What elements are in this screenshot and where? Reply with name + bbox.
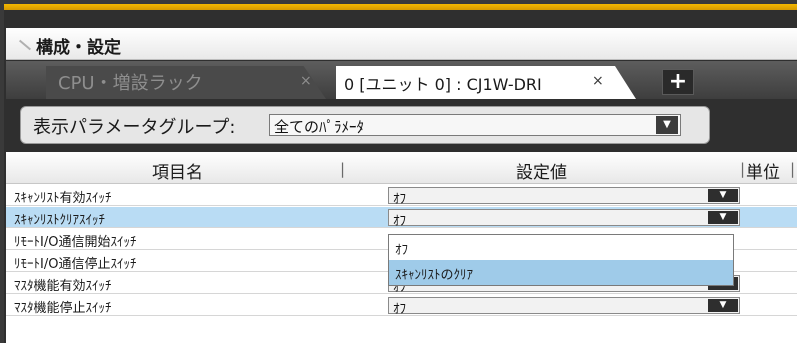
chevron-down-icon[interactable]: ▼ (708, 189, 738, 202)
value-select[interactable]: ｵﾌ ▼ (388, 297, 740, 317)
grip-icon (18, 38, 32, 52)
option-label: ｵﾌ (395, 243, 408, 258)
chevron-down-icon[interactable]: ▼ (708, 299, 738, 312)
column-header-unit[interactable]: 単位 (746, 158, 780, 183)
dropdown-option-off[interactable]: ｵﾌ (389, 235, 733, 260)
chevron-down-icon[interactable]: ▼ (708, 211, 738, 224)
table-row[interactable]: ﾏｽﾀ機能停止ｽｲｯﾁ ｵﾌ ▼ (6, 295, 797, 317)
row-label: ﾘﾓｰﾄI/O通信開始ｽｲｯﾁ (14, 235, 137, 250)
row-label: ﾏｽﾀ機能有効ｽｲｯﾁ (14, 279, 112, 294)
value-select[interactable]: ｵﾌ ▼ (388, 209, 740, 229)
column-header-setting[interactable]: 設定値 (516, 158, 567, 183)
column-separator[interactable]: | (340, 160, 345, 178)
parameter-group-value: 全てのﾊﾟﾗﾒｰﾀ (274, 118, 365, 136)
option-label: ｽｷｬﾝﾘｽﾄのｸﾘｱ (395, 268, 474, 283)
chevron-down-icon[interactable]: ▼ (656, 116, 678, 134)
row-label: ﾏｽﾀ機能停止ｽｲｯﾁ (14, 301, 112, 316)
tab-label: CPU・増設ラック (58, 73, 203, 94)
value-text: ｵﾌ (393, 302, 406, 317)
value-text: ｵﾌ (393, 192, 406, 207)
column-separator[interactable]: | (740, 160, 745, 178)
column-separator[interactable]: | (790, 160, 795, 178)
pane-title: 構成・設定 (36, 38, 121, 58)
close-icon[interactable]: × (300, 73, 312, 89)
value-dropdown-list: ｵﾌ ｽｷｬﾝﾘｽﾄのｸﾘｱ (388, 234, 734, 286)
table-row-selected[interactable]: ｽｷｬﾝﾘｽﾄｸﾘｱｽｲｯﾁ ｵﾌ ▼ (6, 207, 797, 229)
table-row[interactable]: ｽｷｬﾝﾘｽﾄ有効ｽｲｯﾁ ｵﾌ ▼ (6, 185, 797, 207)
dropdown-option-clear-scan-list[interactable]: ｽｷｬﾝﾘｽﾄのｸﾘｱ (389, 260, 733, 285)
value-text: ｵﾌ (393, 214, 406, 229)
tab-cpu-rack[interactable]: CPU・増設ラック × (46, 66, 326, 99)
add-tab-button[interactable]: + (662, 69, 694, 95)
parameter-group-select[interactable]: 全てのﾊﾟﾗﾒｰﾀ ▼ (269, 114, 681, 136)
parameter-group-panel: 表示パラメータグループ: 全てのﾊﾟﾗﾒｰﾀ ▼ (20, 106, 710, 144)
column-header-item[interactable]: 項目名 (152, 158, 203, 183)
grid-header: 項目名 | 設定値 | 単位 | (6, 152, 797, 184)
close-icon[interactable]: × (592, 73, 604, 89)
row-label: ｽｷｬﾝﾘｽﾄ有効ｽｲｯﾁ (14, 191, 112, 206)
tab-strip: CPU・増設ラック × 0 [ユニット 0] : CJ1W-DRI × + (6, 61, 797, 99)
accent-bar (4, 4, 797, 10)
tab-unit-0[interactable]: 0 [ユニット 0] : CJ1W-DRI × (336, 66, 636, 99)
row-label: ﾘﾓｰﾄI/O通信停止ｽｲｯﾁ (14, 257, 137, 272)
tab-label: 0 [ユニット 0] : CJ1W-DRI (344, 75, 542, 94)
row-label: ｽｷｬﾝﾘｽﾄｸﾘｱｽｲｯﾁ (14, 213, 105, 228)
pane-title-bar: 構成・設定 (6, 28, 797, 60)
value-select[interactable]: ｵﾌ ▼ (388, 187, 740, 207)
parameter-group-label: 表示パラメータグループ: (33, 117, 236, 138)
